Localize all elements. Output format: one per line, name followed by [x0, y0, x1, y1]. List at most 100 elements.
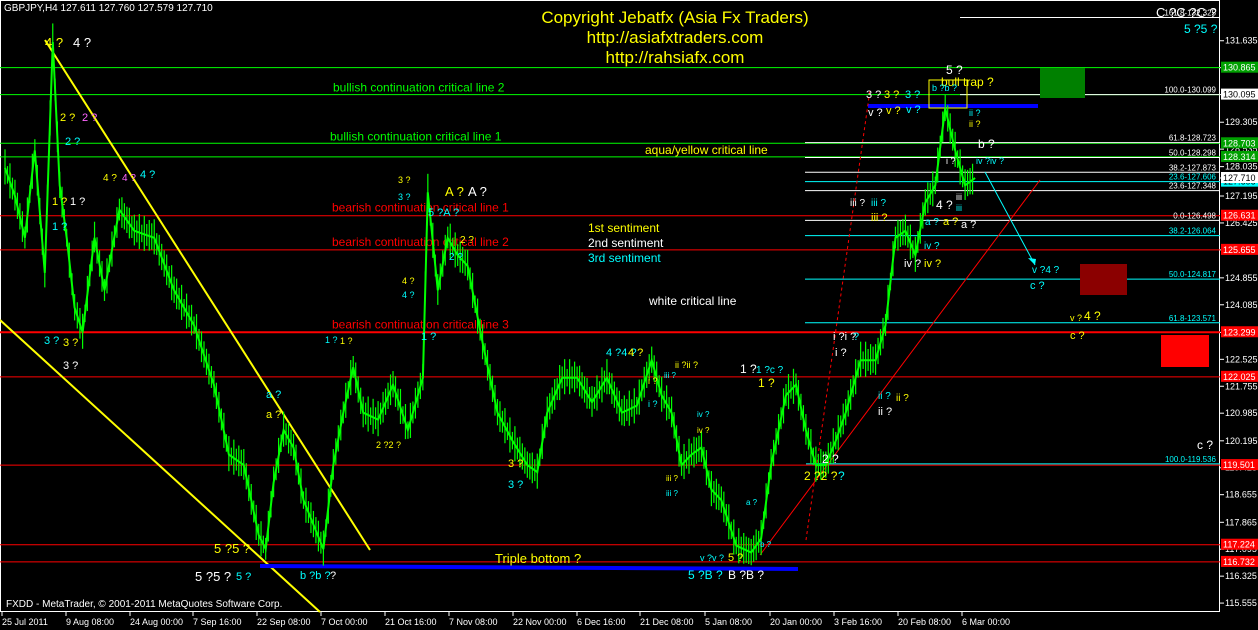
fib-level-label: 23.6-127.348 — [1169, 182, 1217, 191]
wave-label: A ? — [445, 184, 464, 199]
y-axis-tick-label: 127.195 — [1225, 191, 1258, 201]
fib-level-label: 23.6-127.606 — [1169, 173, 1217, 182]
y-axis-tick-label: 116.325 — [1225, 571, 1257, 581]
wave-label: v ? — [1070, 313, 1082, 323]
y-axis-tick-label: 115.555 — [1225, 598, 1257, 608]
wave-label: ? — [853, 331, 859, 343]
wave-label: 5 ?B ? — [688, 568, 723, 582]
wave-label: 2 ? — [82, 112, 97, 124]
wave-label: ii ? — [878, 406, 892, 418]
wave-label: 4 ? — [402, 276, 415, 286]
wave-label: 4 ? — [628, 347, 643, 359]
x-axis-tick-label: 20 Jan 00:00 — [770, 617, 822, 627]
wave-label: i ? — [648, 376, 658, 386]
wave-label: ii ? — [969, 119, 981, 129]
x-axis-tick-label: 22 Nov 00:00 — [513, 617, 567, 627]
fib-level-label: 50.0-124.817 — [1169, 270, 1217, 279]
critical-line-label: bullish continuation critical line 2 — [333, 81, 505, 95]
wave-label: iv ? — [924, 241, 940, 252]
x-axis-tick-label: 6 Mar 00:00 — [962, 617, 1010, 627]
fib-level-label: 100.0-130.099 — [1164, 86, 1216, 95]
critical-line-label: bearish continuation critical line 1 — [332, 201, 509, 215]
x-axis-tick-label: 3 Feb 16:00 — [834, 617, 882, 627]
y-axis-tick-label: 120.195 — [1225, 436, 1258, 446]
footer-copyright: FXDD - MetaTrader, © 2001-2011 MetaQuote… — [6, 599, 283, 610]
wave-label: 3 ? — [866, 89, 881, 101]
critical-line-label: bullish continuation critical line 1 — [330, 129, 502, 143]
wave-label: 2 ? — [822, 452, 839, 466]
wave-label: 5 ? — [946, 63, 963, 77]
y-axis-tick-label: 122.525 — [1225, 354, 1258, 364]
wave-label: 4 ? — [402, 290, 415, 300]
y-axis-tick-label: 129.305 — [1225, 117, 1258, 127]
y-axis-tick-label: 118.655 — [1225, 490, 1257, 500]
wave-label: iii ? — [871, 198, 886, 209]
wave-label: iv ? — [924, 258, 941, 270]
price-chart[interactable]: bullish continuation critical line 2 bull… — [0, 0, 1258, 630]
price-tag-label: 128.314 — [1223, 152, 1256, 162]
wave-label: v ? — [868, 107, 883, 119]
wave-label: 2 ?2 ? — [804, 469, 838, 483]
wave-label: 2 ? — [449, 252, 463, 263]
wave-label: 3 ? — [508, 458, 523, 470]
wave-label: a ? — [925, 217, 939, 228]
wave-label: ? — [330, 570, 336, 582]
price-tag-label: 119.501 — [1223, 460, 1255, 470]
chart-annotation: white critical line — [648, 294, 737, 308]
wave-label: 1 ?c ? — [756, 365, 784, 376]
wave-label: 4 ? — [103, 173, 117, 184]
projection-arrowhead — [1028, 258, 1036, 265]
wave-label: 3 ? — [63, 337, 78, 349]
wave-label: b ? — [760, 540, 772, 549]
chart-annotation: Triple bottom ? — [495, 551, 581, 566]
wave-label: 4 ? — [936, 198, 953, 212]
wave-label: i ? — [835, 347, 847, 359]
x-axis-tick-label: 6 Dec 16:00 — [577, 617, 626, 627]
wave-label: 1 ? — [325, 335, 338, 345]
wave-label: v ? — [886, 105, 901, 117]
wave-label: ii ? — [896, 393, 909, 404]
wave-label: 1 ? — [758, 376, 775, 390]
wave-label: a ? — [961, 219, 976, 231]
wave-label: iv ? — [697, 410, 710, 419]
wave-label: 1 ? — [52, 221, 67, 233]
wave-label: 3 ? — [63, 360, 78, 372]
red-box — [1161, 335, 1209, 367]
x-axis-tick-label: 21 Oct 16:00 — [385, 617, 437, 627]
chart-annotation: 1st sentiment — [588, 221, 660, 235]
wave-label: 4 ? — [73, 35, 91, 50]
wave-label: 5 ?5 ? — [195, 569, 231, 584]
wave-label: b ?b ? — [932, 83, 957, 93]
price-tag-label: 116.732 — [1223, 557, 1255, 567]
wave-label: ii ?ii ? — [675, 360, 698, 370]
y-axis-tick-label: 121.755 — [1225, 381, 1258, 391]
wave-label: 5 ? — [236, 571, 251, 583]
wave-label: c ? — [1030, 280, 1045, 292]
y-axis-tick-label: 131.635 — [1225, 36, 1258, 46]
wave-label: 3 ? — [884, 89, 899, 101]
chart-annotation: 3rd sentiment — [588, 251, 661, 265]
y-axis-tick-label: 120.985 — [1225, 408, 1258, 418]
wave-label: 3 ? — [508, 479, 523, 491]
wave-label: i ? — [946, 156, 956, 166]
wave-label: 4 ? — [140, 169, 155, 181]
fib-level-label: 61.8-128.723 — [1169, 134, 1217, 143]
wave-label: ? — [838, 469, 845, 483]
wave-label: a ? — [943, 216, 958, 228]
wave-label: iii — [956, 192, 962, 202]
y-axis-tick-label: 124.855 — [1225, 273, 1258, 283]
price-tag-label: 122.025 — [1223, 372, 1256, 382]
y-axis-tick-label: 117.865 — [1225, 517, 1257, 527]
x-axis-tick-label: 5 Jan 08:00 — [705, 617, 752, 627]
wave-label: 5 ?5 ? — [214, 541, 250, 556]
wave-label: b ? — [978, 137, 995, 151]
wave-label: i ? — [648, 399, 658, 409]
wave-label: 2 ? — [460, 235, 474, 246]
wave-label: iv ? — [904, 258, 921, 270]
wedge-lower-line — [0, 319, 321, 613]
wave-label: C ?C ?C ? — [1156, 5, 1217, 20]
x-axis-tick-label: 25 Jul 2011 — [2, 617, 48, 627]
fib-level-label: 38.2-126.064 — [1169, 227, 1217, 236]
wave-label: 5 ?A ? — [428, 207, 459, 219]
x-axis-tick-label: 24 Aug 00:00 — [130, 617, 183, 627]
